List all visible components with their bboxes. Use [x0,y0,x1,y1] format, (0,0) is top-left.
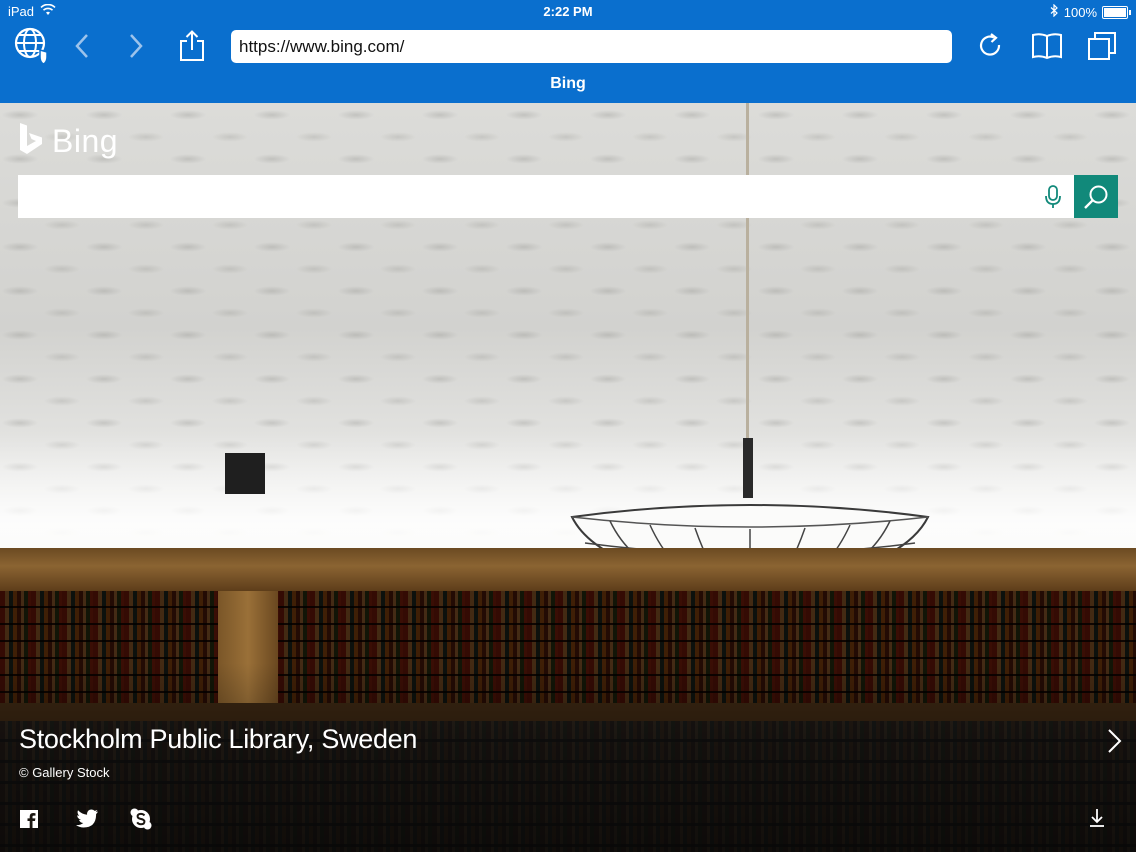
battery-icon [1102,5,1131,19]
microphone-icon[interactable] [1038,182,1068,212]
address-bar[interactable] [231,30,952,63]
search-button[interactable] [1074,175,1118,218]
gallery-band [0,548,1136,593]
image-credit: © Gallery Stock [19,765,110,780]
tabs-icon[interactable] [1082,28,1122,64]
status-time: 2:22 PM [543,4,593,19]
page-title: Bing [550,75,586,92]
back-icon[interactable] [62,28,102,64]
battery-percent: 100% [1063,4,1097,20]
forward-icon[interactable] [116,28,156,64]
share-icon[interactable] [172,28,212,64]
ceiling-vent [225,453,265,494]
facebook-icon[interactable] [16,806,42,832]
bluetooth-icon [1050,3,1059,20]
lamp-cord [746,103,749,440]
image-caption[interactable]: Stockholm Public Library, Sweden [19,724,417,755]
reload-icon[interactable] [971,28,1011,64]
next-image-icon[interactable] [1102,728,1126,754]
lamp-stem [743,438,753,498]
bing-b-icon [18,122,44,161]
ceiling-glow [0,433,1136,563]
globe-shield-icon[interactable] [12,27,52,65]
download-icon[interactable] [1085,806,1109,830]
bottom-shade [0,663,1136,852]
search-input[interactable] [18,175,1028,218]
twitter-icon[interactable] [74,806,100,832]
status-right: 100% [1050,3,1131,20]
skype-icon[interactable] [128,806,154,832]
browser-chrome: iPad 2:22 PM 100% https://www.bing.com/ … [0,0,1136,103]
bing-logo[interactable]: Bing [18,122,118,161]
bookmarks-icon[interactable] [1027,28,1067,64]
bing-wordmark: Bing [52,123,119,159]
search-icon [1084,185,1108,209]
status-bar: iPad 2:22 PM 100% [0,0,1136,24]
search-box [18,175,1118,218]
